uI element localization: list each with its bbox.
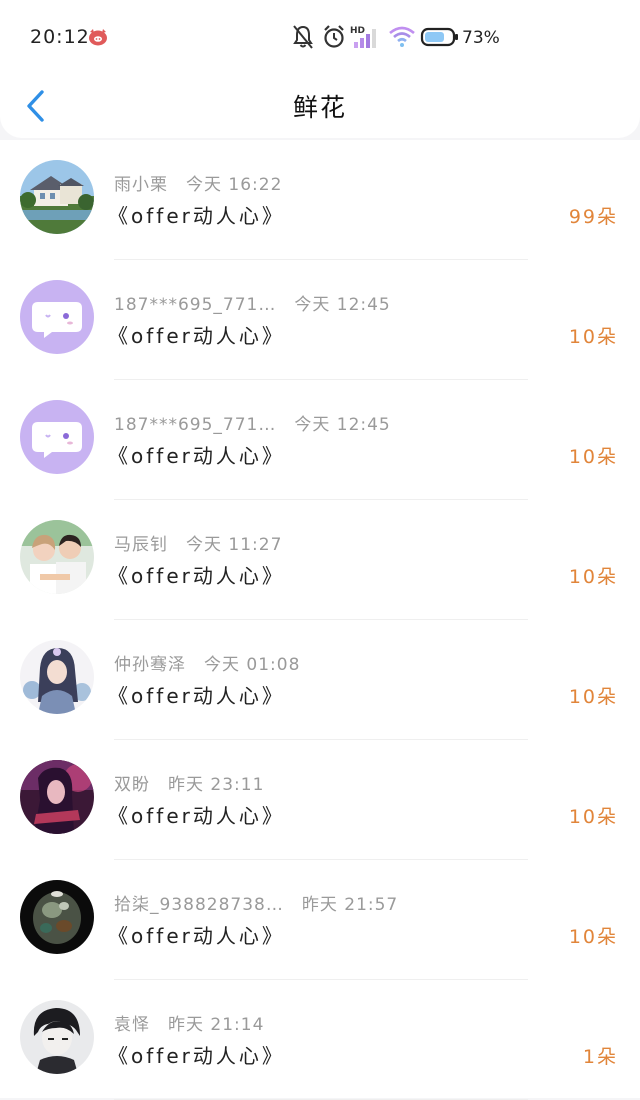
sender-meta: 雨小栗 今天 16:22 <box>114 170 282 195</box>
avatar[interactable] <box>20 520 94 594</box>
flower-count: 10朵 <box>568 446 618 468</box>
house-photo-avatar <box>20 160 94 234</box>
list-item[interactable]: 双盼 昨天 23:11 《offer动人心》 10朵 <box>0 740 640 860</box>
flower-count: 1朵 <box>582 1046 618 1068</box>
avatar[interactable] <box>20 160 94 234</box>
flower-count: 10朵 <box>568 926 618 948</box>
list-item[interactable]: 拾柒_938828738… 昨天 21:57 《offer动人心》 10朵 <box>0 860 640 980</box>
timestamp: 今天 11:27 <box>186 535 283 555</box>
sender-meta: 187***695_771… 今天 12:45 <box>114 410 391 435</box>
flower-count: 10朵 <box>568 566 618 588</box>
timestamp: 今天 12:45 <box>294 415 391 435</box>
gift-target-title[interactable]: 《offer动人心》 <box>108 200 285 229</box>
gift-target-title[interactable]: 《offer动人心》 <box>108 440 285 469</box>
sender-meta: 马辰钊 今天 11:27 <box>114 530 282 555</box>
list-item[interactable]: 仲孙骞泽 今天 01:08 《offer动人心》 10朵 <box>0 620 640 740</box>
timestamp: 昨天 21:14 <box>168 1015 265 1035</box>
sender-name[interactable]: 雨小栗 <box>114 175 168 195</box>
avatar[interactable] <box>20 760 94 834</box>
list-item[interactable]: 187***695_771… 今天 12:45 《offer动人心》 10朵 <box>0 260 640 380</box>
sender-name[interactable]: 187***695_771… <box>114 295 276 315</box>
sender-meta: 双盼 昨天 23:11 <box>114 770 264 795</box>
timestamp: 今天 12:45 <box>294 295 391 315</box>
sender-meta: 187***695_771… 今天 12:45 <box>114 290 391 315</box>
page-title: 鲜花 <box>292 93 347 122</box>
flower-count: 10朵 <box>568 686 618 708</box>
gift-target-title[interactable]: 《offer动人心》 <box>108 560 285 589</box>
couple-photo-avatar <box>20 520 94 594</box>
svg-text:HD: HD <box>350 26 365 36</box>
avatar[interactable] <box>20 880 94 954</box>
list-item[interactable]: 雨小栗 今天 16:22 《offer动人心》 99朵 <box>0 140 640 260</box>
anime-girl-avatar <box>20 640 94 714</box>
sender-meta: 袁怿 昨天 21:14 <box>114 1010 264 1035</box>
sender-name[interactable]: 马辰钊 <box>114 535 168 555</box>
crystal-photo-avatar <box>20 880 94 954</box>
dark-anime-avatar <box>20 760 94 834</box>
timestamp: 昨天 21:57 <box>301 895 399 915</box>
flower-count: 10朵 <box>568 806 618 828</box>
sender-name[interactable]: 187***695_771… <box>114 415 276 435</box>
signal-icon: HD <box>350 26 376 48</box>
timestamp: 昨天 23:11 <box>168 775 265 795</box>
list-item[interactable]: 马辰钊 今天 11:27 《offer动人心》 10朵 <box>0 500 640 620</box>
mute-bell-icon <box>293 25 313 49</box>
gift-target-title[interactable]: 《offer动人心》 <box>108 1040 285 1069</box>
pig-icon <box>89 29 107 46</box>
list-item[interactable]: 袁怿 昨天 21:14 《offer动人心》 1朵 <box>0 980 640 1100</box>
timestamp: 今天 01:08 <box>204 655 301 675</box>
sender-name[interactable]: 仲孙骞泽 <box>114 655 186 675</box>
list-item[interactable]: 187***695_771… 今天 12:45 《offer动人心》 10朵 <box>0 380 640 500</box>
gift-target-title[interactable]: 《offer动人心》 <box>108 320 285 349</box>
status-bar: 20:12 HD 73% <box>0 0 640 76</box>
anime-boy-avatar <box>20 1000 94 1074</box>
sender-meta: 拾柒_938828738… 昨天 21:57 <box>114 890 398 915</box>
flower-count: 99朵 <box>568 206 618 228</box>
timestamp: 今天 16:22 <box>186 175 283 195</box>
gift-target-title[interactable]: 《offer动人心》 <box>108 680 285 709</box>
sender-name[interactable]: 双盼 <box>114 775 150 795</box>
top-bar: 20:12 HD 73% 鲜花 <box>0 0 640 138</box>
battery-icon <box>420 27 458 47</box>
alarm-icon <box>324 25 344 48</box>
avatar[interactable] <box>20 400 94 474</box>
avatar[interactable] <box>20 280 94 354</box>
battery-percent: 73% <box>462 28 500 48</box>
gift-target-title[interactable]: 《offer动人心》 <box>108 920 285 949</box>
sender-name[interactable]: 袁怿 <box>114 1015 150 1035</box>
avatar[interactable] <box>20 640 94 714</box>
sender-meta: 仲孙骞泽 今天 01:08 <box>114 650 300 675</box>
status-time: 20:12 <box>30 26 90 48</box>
flower-count: 10朵 <box>568 326 618 348</box>
chat-bot-avatar <box>20 400 94 474</box>
chat-bot-avatar <box>20 280 94 354</box>
wifi-icon <box>389 26 415 47</box>
sender-name[interactable]: 拾柒_938828738… <box>114 895 284 915</box>
flower-gift-list: 雨小栗 今天 16:22 《offer动人心》 99朵 187***695_771… 今… <box>0 140 640 1100</box>
avatar[interactable] <box>20 1000 94 1074</box>
gift-target-title[interactable]: 《offer动人心》 <box>108 800 285 829</box>
